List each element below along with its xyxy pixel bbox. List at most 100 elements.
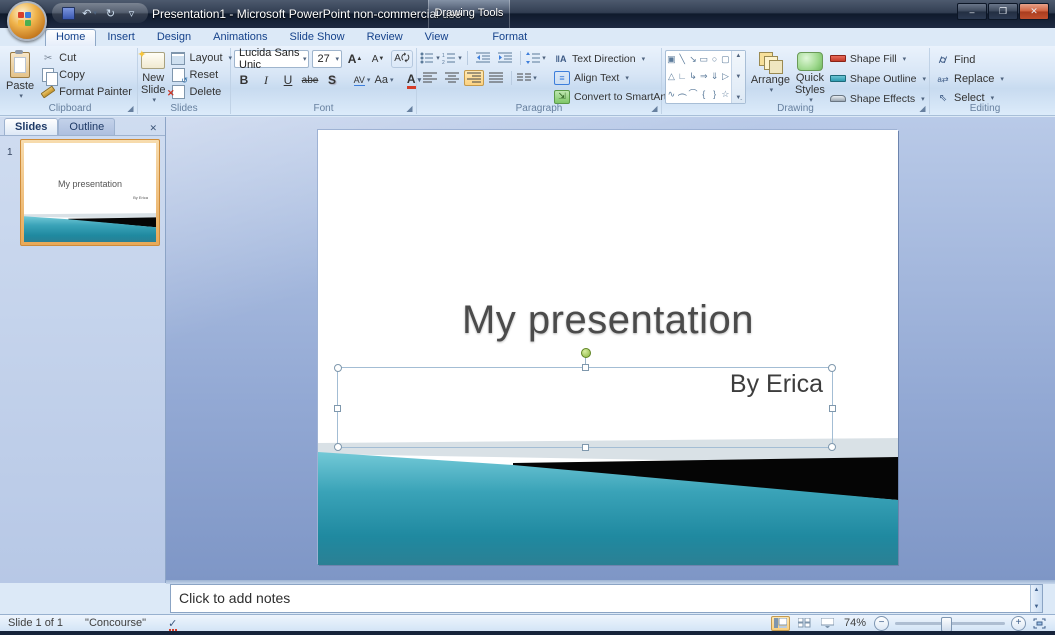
grow-font-button[interactable]: A▲ [345,51,365,67]
font-name-combo[interactable]: Lucida Sans Unic ▾ [234,50,309,68]
restore-button[interactable]: ❐ [988,3,1018,20]
cut-button[interactable]: ✂ Cut [38,50,135,66]
zoom-slider[interactable] [895,622,1005,625]
bold-button[interactable]: B [234,72,254,88]
shapes-gallery-scrollbar[interactable]: ▲ ▼ ▼̱ [731,51,745,103]
handle-bottom-center[interactable] [582,444,589,451]
shape-freeform-icon[interactable]: ∿ [668,90,676,99]
text-shadow-button[interactable]: S [322,72,342,88]
shape-fill-dropdown-icon[interactable]: ▾ [903,55,907,63]
shape-effects-dropdown-icon[interactable]: ▾ [921,95,925,103]
shape-elbow-arrow-icon[interactable]: ↳ [689,72,697,81]
shape-outline-button[interactable]: Shape Outline ▾ [830,70,926,87]
drawing-tools-contextual-tab[interactable]: Drawing Tools [428,0,510,28]
numbering-button[interactable]: 12 ▾ [442,50,462,66]
slide-sorter-view-button[interactable] [796,617,813,630]
shape-outline-dropdown-icon[interactable]: ▾ [922,75,926,83]
handle-top-right[interactable] [828,364,836,372]
zoom-percentage[interactable]: 74% [844,617,866,629]
shape-line-icon[interactable]: ╲ [679,55,684,64]
numbering-dropdown-icon[interactable]: ▾ [458,54,462,62]
shape-arc-icon[interactable]: ( [678,93,687,96]
tab-animations[interactable]: Animations [202,29,278,46]
shape-star-icon[interactable]: ☆ [721,90,729,99]
shape-textbox-icon[interactable]: ▣ [667,55,676,64]
subtitle-textbox[interactable]: By Erica [337,367,833,448]
shrink-font-button[interactable]: A▼ [368,51,388,67]
change-case-button[interactable]: Aa▾ [374,72,394,88]
text-direction-dropdown-icon[interactable]: ▾ [642,55,646,63]
columns-button[interactable]: ▾ [517,70,537,86]
font-size-dropdown-icon[interactable]: ▾ [335,55,339,63]
drawing-dialog-launcher-icon[interactable]: ◢ [918,104,927,113]
close-button[interactable]: ✕ [1019,3,1049,20]
align-right-button[interactable] [464,70,484,86]
paste-dropdown-icon[interactable]: ▾ [19,92,23,100]
character-spacing-button[interactable]: AV▾ [352,72,372,88]
tab-slide-show[interactable]: Slide Show [279,29,356,46]
minimize-button[interactable]: – [957,3,987,20]
reset-button[interactable]: Reset [168,67,235,83]
replace-dropdown-icon[interactable]: ▾ [1000,75,1004,83]
undo-dropdown-icon[interactable]: ▾ [93,9,97,17]
line-spacing-dropdown-icon[interactable]: ▾ [542,54,546,62]
arrange-dropdown-icon[interactable]: ▾ [770,86,774,94]
panel-tab-outline[interactable]: Outline [58,118,115,135]
panel-tab-slides[interactable]: Slides [4,118,58,135]
font-dialog-launcher-icon[interactable]: ◢ [405,104,414,113]
zoom-slider-thumb[interactable] [941,617,952,632]
notes-placeholder[interactable]: Click to add notes [179,590,290,606]
byline-text[interactable]: By Erica [730,370,823,399]
shape-curve-icon[interactable]: ⌒ [689,90,698,99]
align-text-button[interactable]: ≡ Align Text ▾ [554,69,676,86]
copy-button[interactable]: Copy [38,67,135,83]
shape-rounded-rectangle-icon[interactable]: ▢ [721,55,730,64]
shape-oval-icon[interactable]: ○ [712,55,717,64]
notes-scroll-down-icon[interactable]: ▼ [1034,604,1040,610]
handle-top-left[interactable] [334,364,342,372]
clear-formatting-button[interactable]: A🗘 [391,50,413,68]
shape-triangle-icon[interactable]: △ [668,72,675,81]
find-button[interactable]: ⌭ Find [933,52,1037,68]
clipboard-dialog-launcher-icon[interactable]: ◢ [126,104,135,113]
bullets-button[interactable]: ▾ [420,50,440,66]
notes-scroll-up-icon[interactable]: ▲ [1034,587,1040,593]
delete-slide-button[interactable]: Delete [168,84,235,100]
shapes-scroll-up-icon[interactable]: ▲ [735,53,741,59]
text-direction-button[interactable]: ‖A Text Direction ▾ [554,50,676,67]
handle-bottom-left[interactable] [334,443,342,451]
spell-check-icon[interactable]: ✓ [168,617,177,630]
handle-middle-left[interactable] [334,405,341,412]
align-text-dropdown-icon[interactable]: ▾ [625,74,629,82]
slide-canvas[interactable]: My presentation By Erica [318,130,898,565]
paragraph-dialog-launcher-icon[interactable]: ◢ [650,104,659,113]
fit-to-window-button[interactable] [1032,617,1047,630]
layout-button[interactable]: Layout ▾ [168,50,235,66]
qat-customize-button[interactable]: ▿ [123,5,140,21]
font-name-dropdown-icon[interactable]: ▾ [303,55,307,63]
shapes-more-icon[interactable]: ▼̱ [735,95,741,101]
new-slide-button[interactable]: ✦ New Slide ▾ [141,50,165,104]
handle-top-center[interactable] [582,364,589,371]
justify-button[interactable] [486,70,506,86]
redo-button[interactable]: ↻ [102,5,119,21]
normal-view-button[interactable] [771,616,790,631]
tab-review[interactable]: Review [356,29,414,46]
align-left-button[interactable] [420,70,440,86]
columns-dropdown-icon[interactable]: ▾ [533,74,537,82]
underline-button[interactable]: U [278,72,298,88]
tab-insert[interactable]: Insert [96,29,146,46]
shape-rectangle-icon[interactable]: ▭ [700,55,709,64]
tab-home[interactable]: Home [45,29,96,46]
notes-pane[interactable]: Click to add notes ▲ ▼ [170,584,1043,613]
slide-show-view-button[interactable] [819,617,836,630]
bullets-dropdown-icon[interactable]: ▾ [436,54,440,62]
tab-design[interactable]: Design [146,29,202,46]
shape-elbow-icon[interactable]: ∟ [678,72,687,81]
shape-arrow-icon[interactable]: ↘ [689,55,697,64]
align-center-button[interactable] [442,70,462,86]
zoom-in-button[interactable]: + [1011,616,1026,631]
arrange-button[interactable]: Arrange ▾ [751,50,790,104]
case-dropdown-icon[interactable]: ▾ [390,76,394,84]
undo-button[interactable]: ↶▾ [81,5,98,21]
